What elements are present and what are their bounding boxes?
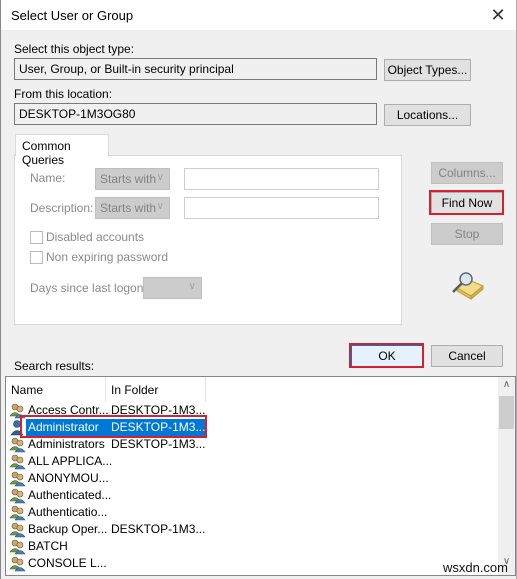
scroll-up-icon[interactable]: ∧ [498, 379, 515, 396]
search-results-list[interactable]: Name In Folder Access Contr... DESKTOP-1M… [5, 376, 516, 576]
days-since-logon-label: Days since last logon: [30, 281, 147, 295]
select-user-or-group-dialog: Select User or Group ✕ Select this objec… [0, 0, 517, 579]
result-row[interactable]: ALL APPLICA... [6, 453, 498, 470]
group-icon [9, 453, 26, 470]
result-folder: DESKTOP-1M3... [111, 522, 206, 536]
description-label: Description: [30, 201, 94, 215]
tab-common-queries[interactable]: Common Queries [15, 134, 109, 167]
stop-button[interactable]: Stop [431, 223, 503, 245]
result-name: Administrators [28, 437, 105, 451]
result-name: BATCH [28, 539, 68, 553]
result-row[interactable]: Administrator DESKTOP-1M3... [6, 419, 498, 436]
ok-button[interactable]: OK [351, 345, 423, 367]
search-results-label: Search results: [14, 359, 95, 373]
chevron-down-icon: ∨ [156, 172, 164, 183]
group-icon [9, 555, 26, 572]
dialog-title: Select User or Group [11, 8, 134, 23]
results-header: Name In Folder [6, 377, 498, 401]
close-icon[interactable]: ✕ [480, 0, 516, 30]
result-name: ANONYMOU... [28, 471, 109, 485]
group-icon [9, 521, 26, 538]
result-row[interactable]: Access Contr... DESKTOP-1M3... [6, 402, 498, 419]
result-row[interactable]: Authenticated... [6, 487, 498, 504]
description-input[interactable] [184, 197, 379, 219]
locations-button[interactable]: Locations... [384, 104, 471, 126]
common-queries-panel: Name: Starts with ∨ Description: Starts … [14, 155, 402, 325]
object-type-field: User, Group, or Built-in security princi… [14, 58, 377, 80]
result-name: ALL APPLICA... [28, 454, 113, 468]
result-row[interactable]: BATCH [6, 538, 498, 555]
columns-button[interactable]: Columns... [431, 162, 503, 184]
title-bar: Select User or Group ✕ [1, 0, 516, 30]
chevron-down-icon: ∨ [156, 201, 164, 212]
result-name: Backup Oper... [28, 522, 108, 536]
result-row[interactable]: CONSOLE L... [6, 555, 498, 572]
result-row[interactable]: Authenticatio... [6, 504, 498, 521]
group-icon [9, 487, 26, 504]
name-input[interactable] [184, 168, 379, 190]
result-folder: DESKTOP-1M3... [111, 420, 206, 434]
non-expiring-password-checkbox[interactable] [30, 251, 43, 264]
name-mode-value: Starts with [100, 172, 157, 186]
search-folder-icon [452, 272, 484, 300]
days-since-logon-select[interactable]: ∨ [143, 277, 202, 299]
column-header-in-folder[interactable]: In Folder [106, 377, 206, 401]
user-icon [9, 419, 26, 436]
result-row[interactable]: ANONYMOU... [6, 470, 498, 487]
result-name: Authenticatio... [28, 505, 108, 519]
group-icon [9, 436, 26, 453]
object-types-button[interactable]: Object Types... [384, 59, 471, 81]
column-header-name[interactable]: Name [6, 377, 106, 401]
chevron-down-icon: ∨ [188, 281, 196, 292]
location-label: From this location: [14, 87, 113, 101]
result-name: Authenticated... [28, 488, 112, 502]
result-folder: DESKTOP-1M3... [111, 437, 206, 451]
cancel-button[interactable]: Cancel [431, 345, 503, 367]
group-icon [9, 538, 26, 555]
non-expiring-password-label: Non expiring password [46, 250, 169, 264]
result-name: CONSOLE L... [28, 556, 107, 570]
result-row[interactable]: Backup Oper... DESKTOP-1M3... [6, 521, 498, 538]
location-field: DESKTOP-1M3OG80 [14, 103, 377, 125]
scrollbar-thumb[interactable] [499, 396, 514, 429]
result-row[interactable]: Administrators DESKTOP-1M3... [6, 436, 498, 453]
result-name: Administrator [28, 420, 99, 434]
description-mode-value: Starts with [100, 201, 157, 215]
name-label: Name: [30, 171, 66, 185]
result-name: Access Contr... [28, 403, 109, 417]
result-folder: DESKTOP-1M3... [111, 403, 206, 417]
name-mode-select[interactable]: Starts with ∨ [95, 168, 170, 190]
description-mode-select[interactable]: Starts with ∨ [95, 197, 170, 219]
disabled-accounts-label: Disabled accounts [46, 230, 145, 244]
find-now-button[interactable]: Find Now [431, 192, 503, 214]
vertical-scrollbar[interactable]: ∧ ∨ [498, 377, 515, 575]
group-icon [9, 402, 26, 419]
disabled-accounts-checkbox[interactable] [30, 231, 43, 244]
group-icon [9, 504, 26, 521]
watermark: wsxdn.com [442, 560, 508, 575]
group-icon [9, 470, 26, 487]
object-type-label: Select this object type: [14, 42, 135, 56]
